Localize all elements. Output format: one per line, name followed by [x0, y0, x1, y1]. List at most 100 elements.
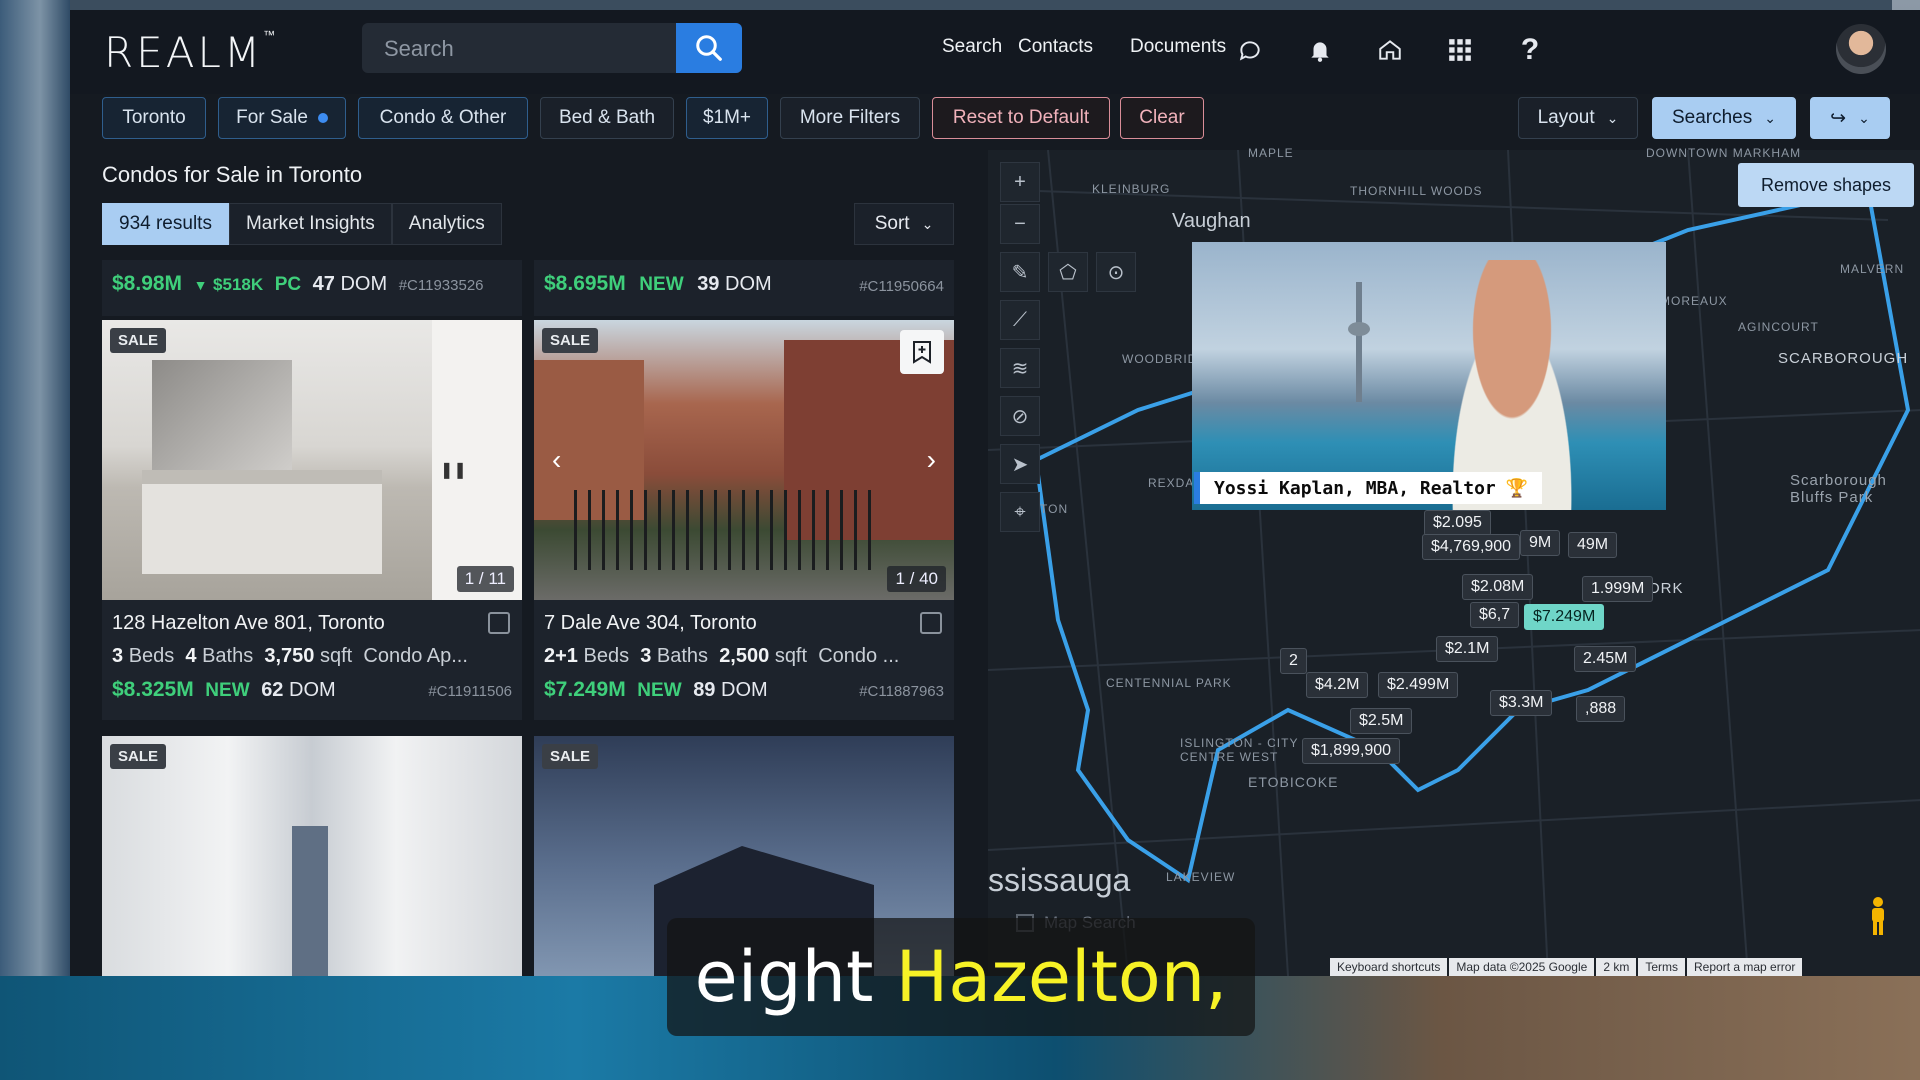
wall-art: [152, 360, 292, 470]
price-pin[interactable]: $1,899,900: [1302, 738, 1401, 764]
street-view-pegman-icon[interactable]: [1866, 896, 1890, 936]
property-kind: Condo Ap...: [363, 645, 468, 667]
listing-summary-strip[interactable]: $8.695M NEW 39 DOM #C11950664: [534, 260, 954, 316]
more-filters-label: More Filters: [799, 107, 901, 128]
chat-icon[interactable]: [1232, 32, 1268, 68]
price-pin[interactable]: 2: [1280, 648, 1307, 674]
terms-link[interactable]: Terms: [1638, 958, 1686, 976]
radius-tool-icon[interactable]: ⊙: [1096, 252, 1136, 292]
listing-photo[interactable]: SALE ❚❚ 1 / 11: [102, 320, 522, 600]
share-icon: ↪: [1830, 107, 1847, 129]
nav-contacts[interactable]: Contacts: [1018, 36, 1093, 58]
more-filters-button[interactable]: More Filters: [780, 97, 920, 139]
price-pin-highlighted[interactable]: $7.249M: [1524, 604, 1605, 630]
chevron-right-icon[interactable]: ›: [927, 444, 936, 476]
price-pin[interactable]: $2.499M: [1378, 672, 1459, 698]
dom-label: DOM: [721, 679, 768, 701]
listing-card[interactable]: SALE ‹ › 1 / 40 7 Dale Ave 304, Toronto …: [534, 320, 954, 720]
price-pin[interactable]: $3.3M: [1490, 690, 1553, 716]
tab-market-insights[interactable]: Market Insights: [228, 203, 392, 245]
chevron-down-icon: ⌄: [921, 215, 934, 232]
layout-dropdown[interactable]: Layout ⌄: [1518, 97, 1638, 139]
navigate-icon[interactable]: ➤: [1000, 444, 1040, 484]
filter-bed-bath[interactable]: Bed & Bath: [540, 97, 674, 139]
map-label: MOREAUX: [1660, 294, 1728, 308]
home-icon[interactable]: [1372, 32, 1408, 68]
price-pin[interactable]: 9M: [1520, 530, 1561, 556]
sort-dropdown[interactable]: Sort ⌄: [854, 203, 954, 245]
price-pin[interactable]: $2.08M: [1462, 574, 1534, 600]
apps-grid-icon[interactable]: [1442, 32, 1478, 68]
nav-search[interactable]: Search: [942, 36, 1002, 58]
searches-dropdown[interactable]: Searches ⌄: [1652, 97, 1796, 139]
realm-logo[interactable]: REALM™: [104, 28, 278, 77]
listing-card[interactable]: SALE: [102, 736, 522, 976]
zoom-out-button[interactable]: −: [1000, 204, 1040, 244]
price-pin[interactable]: $2.1M: [1436, 636, 1499, 662]
map-label: CENTENNIAL PARK: [1106, 676, 1232, 690]
price-pin[interactable]: 2.45M: [1574, 646, 1637, 672]
price-pin[interactable]: $2.095: [1424, 510, 1491, 536]
price-pin[interactable]: $4.2M: [1306, 672, 1369, 698]
tab-analytics[interactable]: Analytics: [391, 203, 502, 245]
listing-card[interactable]: SALE ❚❚ 1 / 11 128 Hazelton Ave 801, Tor…: [102, 320, 522, 720]
map-label: TON: [1040, 502, 1069, 516]
price-pin[interactable]: $4,769,900: [1422, 534, 1521, 560]
listing-summary-strip[interactable]: $8.98M ▼ $518K PC 47 DOM #C11933526: [102, 260, 522, 316]
filter-property-type[interactable]: Condo & Other: [358, 97, 528, 139]
nav-documents[interactable]: Documents: [1130, 36, 1226, 58]
select-listing-checkbox[interactable]: [920, 612, 942, 634]
price-pin[interactable]: $2.5M: [1350, 708, 1413, 734]
bookmark-icon[interactable]: [900, 330, 944, 374]
listing-photo[interactable]: SALE ‹ › 1 / 40: [534, 320, 954, 600]
zoom-in-button[interactable]: +: [1000, 162, 1040, 202]
keyboard-shortcuts-link[interactable]: Keyboard shortcuts: [1330, 958, 1448, 976]
days-on-market: 89: [693, 679, 716, 701]
price-pin[interactable]: 1.999M: [1582, 576, 1654, 602]
video-caption: eight Hazelton,: [667, 918, 1255, 1036]
map-pin-icon[interactable]: ⌖: [1000, 492, 1040, 532]
report-map-error-link[interactable]: Report a map error: [1687, 958, 1803, 976]
bell-icon[interactable]: [1302, 32, 1338, 68]
listing-price-line: $8.325M NEW 62 DOM: [112, 678, 336, 702]
chevron-down-icon: ⌄: [1764, 109, 1776, 126]
search-box: [362, 23, 742, 75]
reset-to-default-button[interactable]: Reset to Default: [932, 97, 1110, 139]
listing-photo[interactable]: SALE: [102, 736, 522, 976]
presenter-video: [1192, 242, 1666, 510]
listing-address[interactable]: 7 Dale Ave 304, Toronto: [544, 612, 757, 635]
select-listing-checkbox[interactable]: [488, 612, 510, 634]
price-pin[interactable]: $6,7: [1470, 602, 1520, 628]
filter-price[interactable]: $1M+: [686, 97, 768, 139]
days-on-market: 47: [312, 273, 335, 295]
remove-shapes-button[interactable]: Remove shapes: [1738, 163, 1914, 207]
clear-button[interactable]: Clear: [1120, 97, 1204, 139]
draw-pencil-icon[interactable]: ✎: [1000, 252, 1040, 292]
map-label: ETOBICOKE: [1248, 774, 1339, 790]
days-on-market: 62: [261, 679, 284, 701]
price-pin[interactable]: 49M: [1568, 532, 1618, 558]
listing-address[interactable]: 128 Hazelton Ave 801, Toronto: [112, 612, 385, 635]
price-pin[interactable]: ,888: [1576, 696, 1626, 722]
user-avatar[interactable]: [1836, 24, 1886, 74]
chart-tool-icon[interactable]: ⟋: [1000, 300, 1040, 340]
photo-counter: 1 / 11: [456, 566, 514, 592]
mls-number: #C11933526: [398, 277, 484, 294]
layout-label: Layout: [1537, 107, 1595, 128]
share-dropdown[interactable]: ↪ ⌄: [1810, 97, 1890, 139]
filter-status[interactable]: For Sale: [218, 97, 346, 139]
pause-icon[interactable]: ❚❚: [440, 460, 467, 480]
help-icon[interactable]: ?: [1512, 32, 1548, 68]
layers-icon[interactable]: ≋: [1000, 348, 1040, 388]
compass-icon[interactable]: ⊘: [1000, 396, 1040, 436]
dom-label: DOM: [725, 273, 772, 295]
search-input[interactable]: [362, 23, 686, 75]
tab-results[interactable]: 934 results: [102, 203, 229, 245]
search-button[interactable]: [676, 23, 742, 73]
polygon-tool-icon[interactable]: ⬠: [1048, 252, 1088, 292]
sqft-label: sqft: [774, 645, 808, 667]
map-data-credit: Map data ©2025 Google: [1449, 958, 1595, 976]
map-label: Scarborough Bluffs Park: [1790, 472, 1887, 506]
filter-location[interactable]: Toronto: [102, 97, 206, 139]
chevron-left-icon[interactable]: ‹: [552, 444, 561, 476]
